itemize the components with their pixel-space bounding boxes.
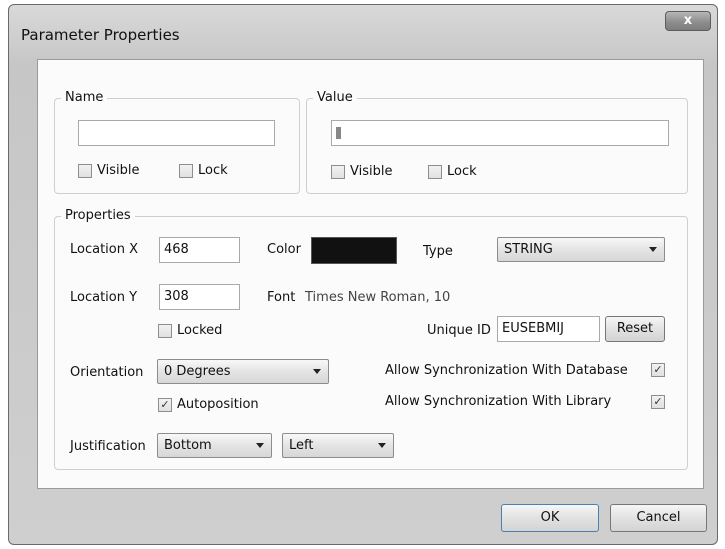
orientation-select-value: 0 Degrees bbox=[164, 364, 231, 379]
checkbox-box bbox=[428, 164, 442, 179]
sync-database-checkbox[interactable]: ✓ bbox=[651, 363, 670, 377]
name-lock-checkbox[interactable]: Lock bbox=[179, 163, 228, 178]
location-x-label: Location X bbox=[70, 242, 139, 257]
unique-id-label: Unique ID bbox=[427, 323, 491, 338]
orientation-label: Orientation bbox=[70, 365, 144, 380]
type-select[interactable]: STRING bbox=[497, 237, 665, 262]
sync-library-label: Allow Synchronization With Library bbox=[385, 394, 612, 409]
location-y-input[interactable]: 308 bbox=[159, 284, 240, 310]
chevron-down-icon bbox=[313, 369, 321, 374]
name-group-legend: Name bbox=[61, 90, 108, 105]
checkbox-box bbox=[331, 164, 345, 179]
location-y-label: Location Y bbox=[70, 290, 138, 305]
color-label: Color bbox=[267, 242, 301, 257]
value-input[interactable] bbox=[331, 120, 669, 146]
checkbox-box bbox=[78, 163, 92, 178]
justification-vertical-select[interactable]: Bottom bbox=[157, 433, 272, 458]
checkbox-box bbox=[158, 323, 172, 338]
autoposition-label: Autoposition bbox=[177, 397, 259, 412]
justification-horizontal-select[interactable]: Left bbox=[282, 433, 394, 458]
unique-id-input[interactable]: EUSEBMIJ bbox=[497, 316, 600, 342]
justification-horizontal-value: Left bbox=[289, 438, 314, 453]
locked-checkbox[interactable]: Locked bbox=[158, 323, 222, 338]
properties-group-legend: Properties bbox=[61, 208, 135, 223]
button-bar: OK Cancel bbox=[9, 489, 717, 546]
checkbox-box bbox=[179, 163, 193, 178]
value-group: Value Visible Lock bbox=[306, 90, 688, 194]
chevron-down-icon bbox=[649, 247, 657, 252]
justification-label: Justification bbox=[70, 439, 146, 454]
cancel-button[interactable]: Cancel bbox=[610, 504, 707, 532]
font-value[interactable]: Times New Roman, 10 bbox=[305, 290, 450, 305]
properties-group: Properties Location X 468 Color Type STR… bbox=[54, 208, 688, 470]
sync-database-label: Allow Synchronization With Database bbox=[385, 363, 628, 378]
dialog-window: Parameter Properties x Name Visible Lock… bbox=[8, 4, 718, 545]
location-x-input[interactable]: 468 bbox=[159, 237, 240, 263]
name-visible-label: Visible bbox=[97, 163, 140, 178]
value-group-legend: Value bbox=[313, 90, 357, 105]
chevron-down-icon bbox=[256, 443, 264, 448]
chevron-down-icon bbox=[378, 443, 386, 448]
value-lock-checkbox[interactable]: Lock bbox=[428, 164, 477, 179]
locked-label: Locked bbox=[177, 323, 223, 338]
dialog-content: Name Visible Lock Value Visible Lock Pro… bbox=[37, 59, 704, 489]
value-lock-label: Lock bbox=[447, 164, 477, 179]
sync-library-checkbox[interactable]: ✓ bbox=[651, 395, 670, 409]
autoposition-checkbox[interactable]: ✓ Autoposition bbox=[158, 397, 259, 412]
orientation-select[interactable]: 0 Degrees bbox=[157, 359, 329, 384]
title-bar: Parameter Properties x bbox=[9, 5, 717, 57]
check-icon: ✓ bbox=[651, 395, 665, 409]
justification-vertical-value: Bottom bbox=[164, 438, 212, 453]
name-visible-checkbox[interactable]: Visible bbox=[78, 163, 139, 178]
ok-button[interactable]: OK bbox=[501, 504, 599, 532]
name-lock-label: Lock bbox=[198, 163, 228, 178]
check-icon: ✓ bbox=[158, 397, 172, 412]
reset-button[interactable]: Reset bbox=[605, 316, 665, 342]
check-icon: ✓ bbox=[651, 363, 665, 377]
close-button[interactable]: x bbox=[665, 11, 711, 31]
name-group: Name Visible Lock bbox=[54, 90, 300, 194]
value-visible-label: Visible bbox=[350, 164, 393, 179]
close-icon: x bbox=[683, 13, 693, 28]
value-visible-checkbox[interactable]: Visible bbox=[331, 164, 392, 179]
color-swatch[interactable] bbox=[311, 237, 397, 264]
font-label: Font bbox=[267, 290, 296, 305]
name-input[interactable] bbox=[78, 120, 275, 146]
type-select-value: STRING bbox=[504, 242, 553, 257]
window-title: Parameter Properties bbox=[21, 26, 180, 44]
type-label: Type bbox=[423, 244, 453, 259]
text-cursor bbox=[336, 126, 341, 139]
